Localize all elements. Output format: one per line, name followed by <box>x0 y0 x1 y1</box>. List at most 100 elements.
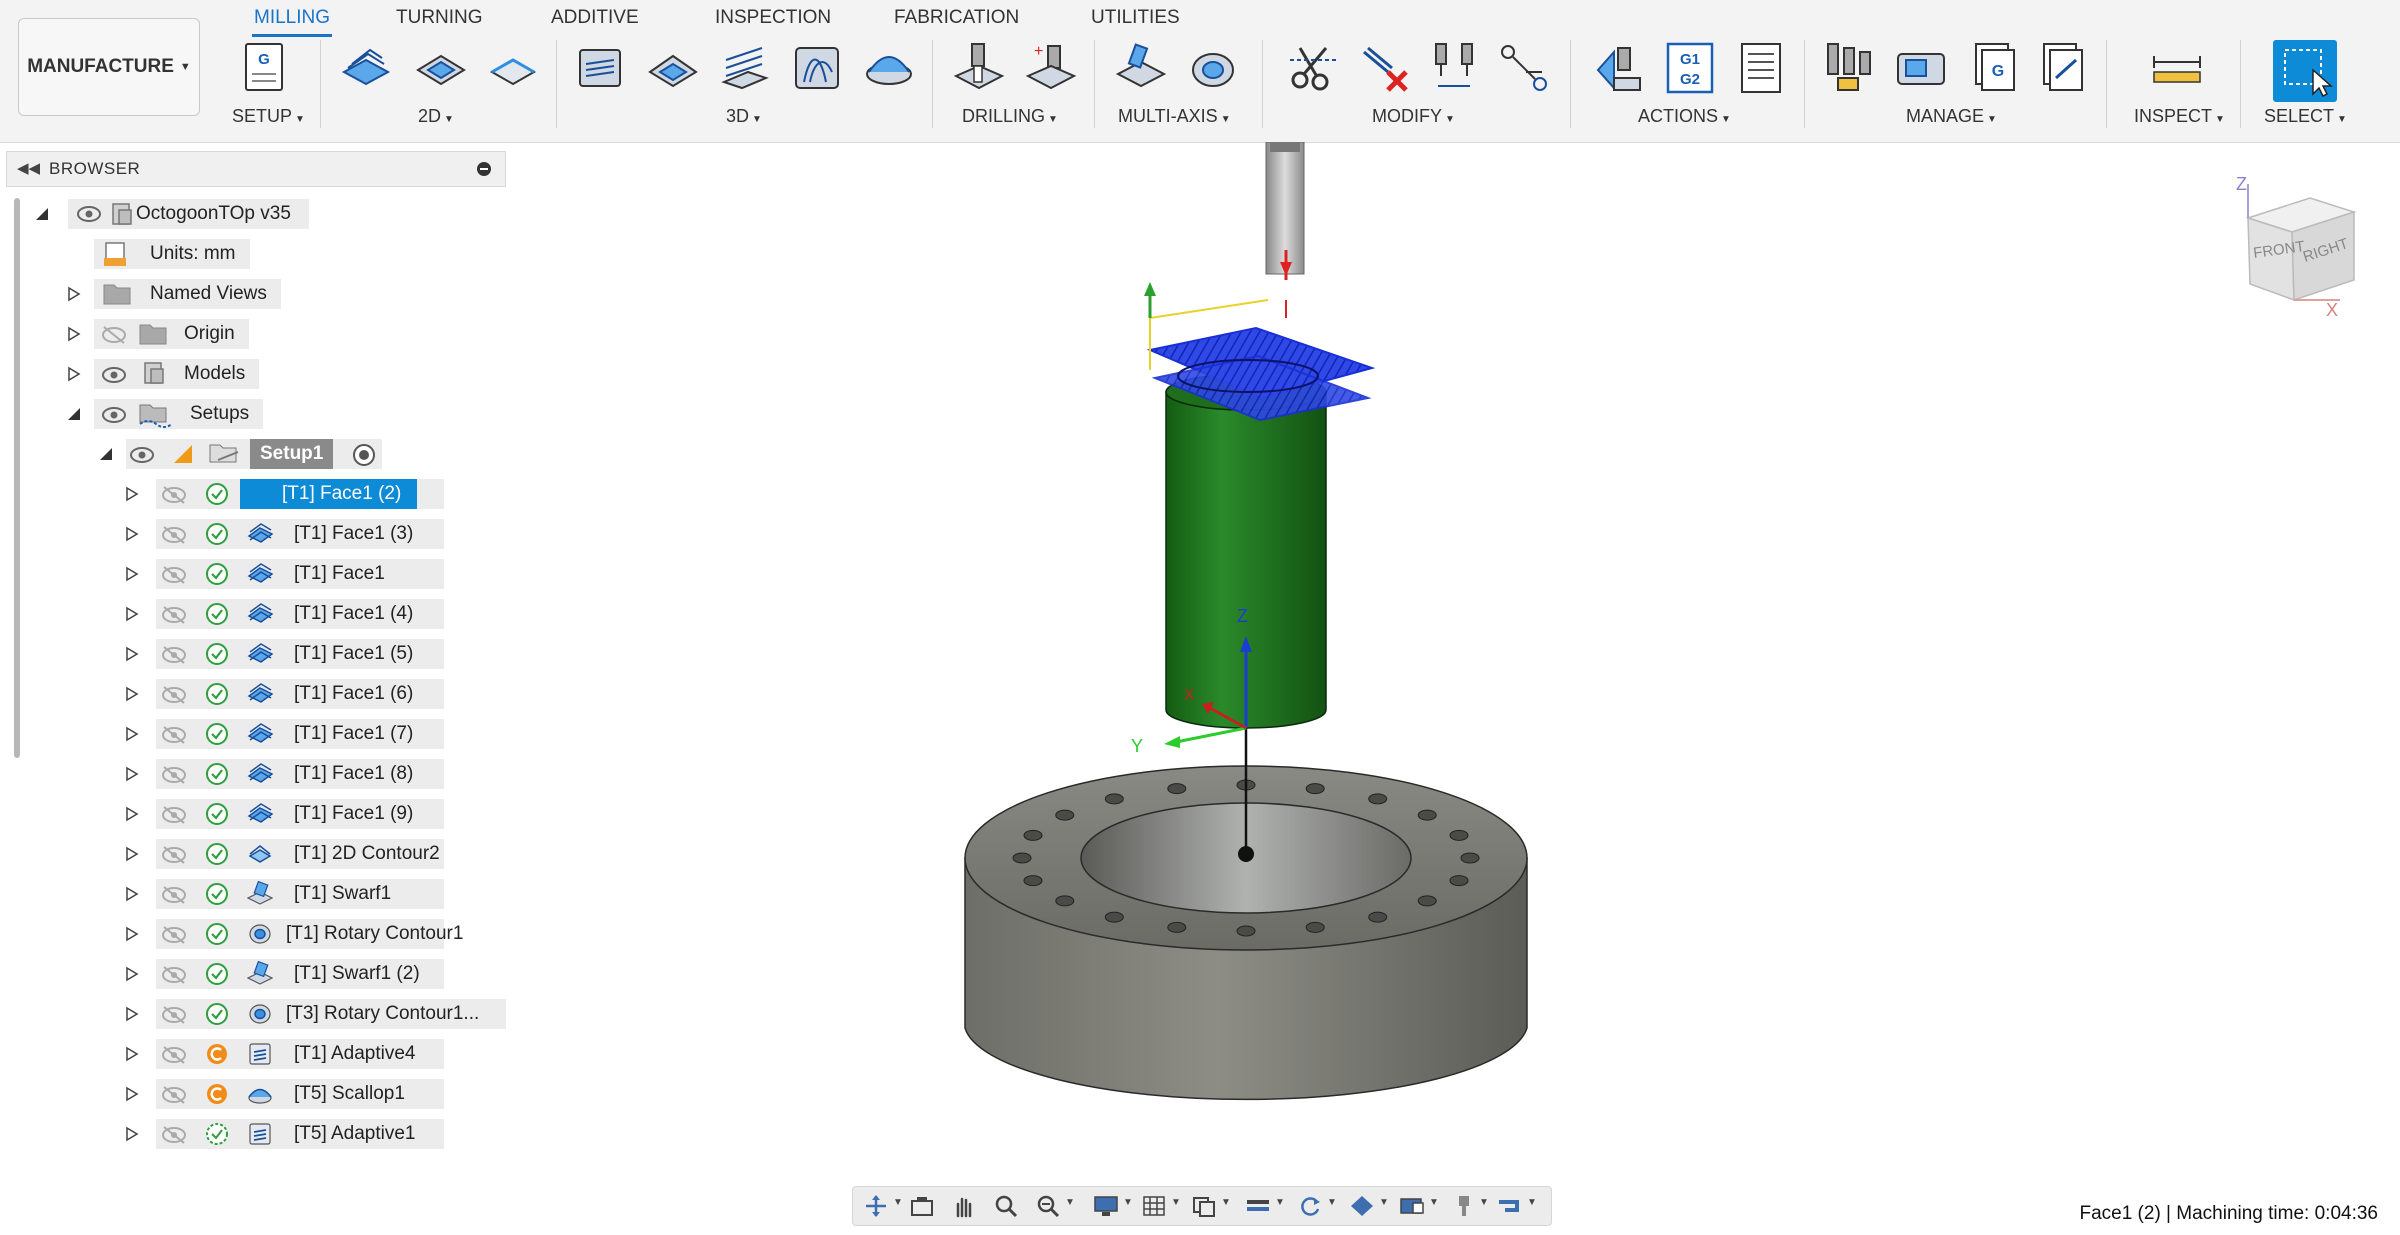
eye-hidden-icon[interactable] <box>160 804 188 826</box>
orbit-pan-icon[interactable] <box>863 1194 889 1218</box>
eye-icon[interactable] <box>100 404 128 426</box>
pin-panel-icon[interactable] <box>477 162 491 176</box>
chevron-down-icon[interactable]: ▼ <box>1429 1197 1439 1208</box>
eye-icon[interactable] <box>76 203 102 225</box>
operation-row[interactable]: [T1] Swarf1 (2) <box>120 957 510 991</box>
models-node[interactable]: Models <box>62 357 322 391</box>
collapsed-triangle-icon[interactable] <box>124 486 140 502</box>
eye-hidden-icon[interactable] <box>160 644 188 666</box>
operation-row[interactable]: [T1] Adaptive4 <box>120 1037 510 1071</box>
3d-menu[interactable]: 3D ▼ <box>726 106 762 127</box>
eye-hidden-icon[interactable] <box>160 564 188 586</box>
expanded-triangle-icon[interactable] <box>34 206 50 222</box>
collapsed-triangle-icon[interactable] <box>124 926 140 942</box>
collapsed-triangle-icon[interactable] <box>124 606 140 622</box>
collapsed-triangle-icon[interactable] <box>124 566 140 582</box>
collapsed-triangle-icon[interactable] <box>124 1126 140 1142</box>
adaptive-3d-icon[interactable] <box>574 42 628 94</box>
eye-hidden-icon[interactable] <box>160 684 188 706</box>
collapsed-triangle-icon[interactable] <box>66 286 82 302</box>
operation-row[interactable]: [T1] Face1 <box>120 557 510 591</box>
delete-toolpath-icon[interactable] <box>1358 42 1412 94</box>
tab-utilities[interactable]: UTILITIES <box>1091 4 1180 34</box>
tab-milling[interactable]: MILLING <box>252 4 333 37</box>
view-cube[interactable]: FRONT RIGHT Z X <box>2236 174 2357 320</box>
operation-row[interactable]: [T1] 2D Contour2 <box>120 837 510 871</box>
face-2d-icon[interactable] <box>338 42 392 94</box>
operation-row[interactable]: [T1] Face1 (3) <box>120 517 510 551</box>
operation-row[interactable]: [T1] Face1 (2) <box>120 477 510 511</box>
eye-hidden-icon[interactable] <box>160 1044 188 1066</box>
tool-library-icon[interactable] <box>1822 42 1876 94</box>
pocket-2d-icon[interactable] <box>414 42 468 94</box>
template-library-icon[interactable] <box>2036 42 2090 94</box>
operation-row[interactable]: [T1] Face1 (5) <box>120 637 510 671</box>
eye-hidden-icon[interactable] <box>160 844 188 866</box>
section-icon[interactable] <box>1245 1194 1271 1218</box>
eye-hidden-icon[interactable] <box>100 324 128 346</box>
modify-menu[interactable]: MODIFY ▼ <box>1372 106 1455 127</box>
eye-hidden-icon[interactable] <box>160 1004 188 1026</box>
scallop-icon[interactable] <box>862 42 916 94</box>
chevron-down-icon[interactable]: ▼ <box>1123 1197 1133 1208</box>
collapsed-triangle-icon[interactable] <box>66 326 82 342</box>
chevron-down-icon[interactable]: ▼ <box>1221 1197 1231 1208</box>
eye-hidden-icon[interactable] <box>160 604 188 626</box>
machine-display-icon[interactable] <box>1399 1194 1425 1218</box>
chevron-down-icon[interactable]: ▼ <box>1065 1197 1075 1208</box>
operation-row[interactable]: [T1] Face1 (8) <box>120 757 510 791</box>
actions-menu[interactable]: ACTIONS ▼ <box>1638 106 1731 127</box>
collapsed-triangle-icon[interactable] <box>66 366 82 382</box>
simulation-refresh-icon[interactable] <box>1297 1194 1323 1218</box>
tool-compare-icon[interactable] <box>1428 42 1482 94</box>
tab-additive[interactable]: ADDITIVE <box>551 4 639 34</box>
eye-hidden-icon[interactable] <box>160 484 188 506</box>
chevron-down-icon[interactable]: ▼ <box>893 1197 903 1208</box>
setups-node[interactable]: Setups <box>62 397 322 431</box>
cut-icon[interactable] <box>1286 42 1340 94</box>
pan-hand-icon[interactable] <box>951 1194 977 1218</box>
contour-3d-icon[interactable] <box>790 42 844 94</box>
hole-recognition-icon[interactable]: + <box>1024 42 1078 94</box>
chevron-down-icon[interactable]: ▼ <box>1379 1197 1389 1208</box>
operation-row[interactable]: [T1] Face1 (7) <box>120 717 510 751</box>
simulate-icon[interactable] <box>1594 42 1648 94</box>
operation-row[interactable]: [T1] Swarf1 <box>120 877 510 911</box>
browser-root-node[interactable]: OctogoonTOp v35 <box>30 197 350 231</box>
tab-turning[interactable]: TURNING <box>396 4 483 34</box>
setup1-node[interactable]: Setup1 <box>94 437 394 471</box>
expanded-triangle-icon[interactable] <box>98 446 114 462</box>
chevron-down-icon[interactable]: ▼ <box>1327 1197 1337 1208</box>
origin-node[interactable]: Origin <box>62 317 322 351</box>
collapsed-triangle-icon[interactable] <box>124 686 140 702</box>
multi-axis-menu[interactable]: MULTI-AXIS ▼ <box>1118 106 1231 127</box>
tab-fabrication[interactable]: FABRICATION <box>894 4 1019 34</box>
swarf-icon[interactable] <box>1114 42 1168 94</box>
collapsed-triangle-icon[interactable] <box>124 766 140 782</box>
eye-hidden-icon[interactable] <box>160 1124 188 1146</box>
collapsed-triangle-icon[interactable] <box>124 806 140 822</box>
zoom-icon[interactable] <box>993 1194 1019 1218</box>
collapse-panel-icon[interactable]: ◀◀ <box>17 159 40 177</box>
drilling-menu[interactable]: DRILLING ▼ <box>962 106 1058 127</box>
stock-display-icon[interactable] <box>1349 1194 1375 1218</box>
collapsed-triangle-icon[interactable] <box>124 1046 140 1062</box>
chevron-down-icon[interactable]: ▼ <box>1527 1197 1537 1208</box>
display-settings-icon[interactable] <box>1093 1194 1119 1218</box>
manage-menu[interactable]: MANAGE ▼ <box>1906 106 1997 127</box>
capture-position-icon[interactable] <box>909 1194 935 1218</box>
new-setup-icon[interactable]: G <box>238 42 292 94</box>
eye-hidden-icon[interactable] <box>160 524 188 546</box>
operation-row[interactable]: [T1] Face1 (6) <box>120 677 510 711</box>
inspect-menu[interactable]: INSPECT ▼ <box>2134 106 2225 127</box>
chevron-down-icon[interactable]: ▼ <box>1479 1197 1489 1208</box>
browser-header[interactable]: ◀◀ BROWSER <box>6 151 506 187</box>
browser-scrollbar[interactable] <box>14 198 20 758</box>
post-library-icon[interactable]: G <box>1966 42 2020 94</box>
collapsed-triangle-icon[interactable] <box>124 726 140 742</box>
operation-row[interactable]: [T5] Adaptive1 <box>120 1117 510 1151</box>
setup-sheet-icon[interactable] <box>1734 42 1788 94</box>
chevron-down-icon[interactable]: ▼ <box>1275 1197 1285 1208</box>
operation-row[interactable]: [T1] Rotary Contour1 <box>120 917 510 951</box>
operation-row[interactable]: [T3] Rotary Contour1... <box>120 997 510 1031</box>
